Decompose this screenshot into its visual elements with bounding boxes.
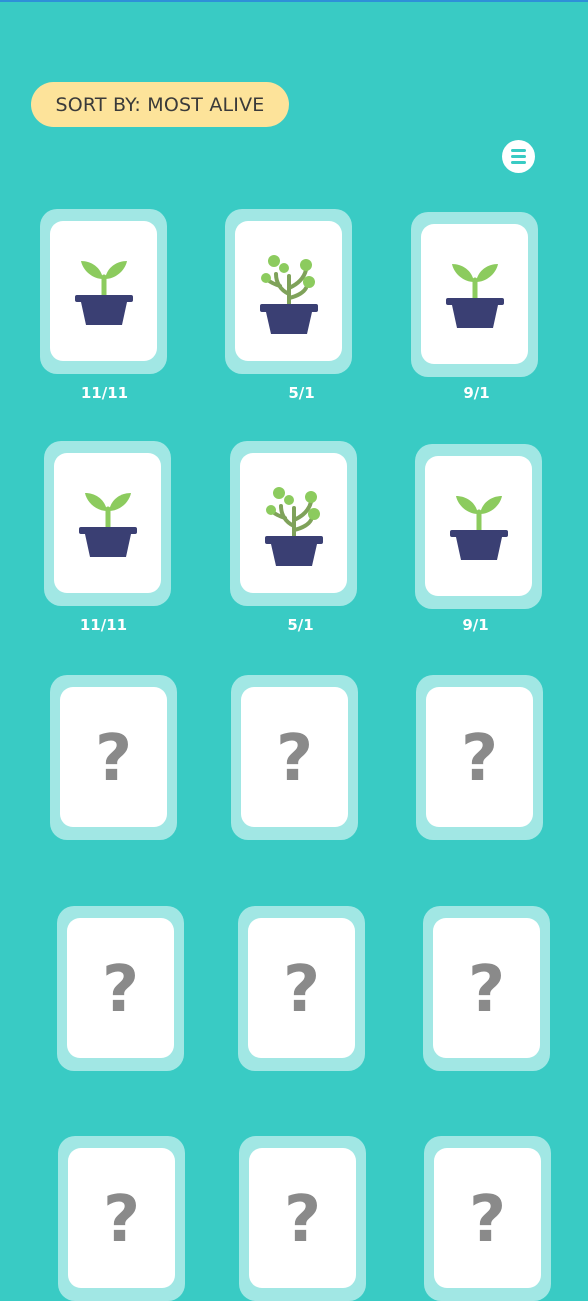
card-face: ? xyxy=(426,687,533,827)
locked-card[interactable]: ? xyxy=(424,1136,551,1301)
seedling-icon xyxy=(74,261,133,325)
card-face: ? xyxy=(248,918,355,1058)
plant-date: 5/1 xyxy=(288,384,315,402)
plant-date: 11/11 xyxy=(79,616,128,634)
hamburger-menu-icon[interactable] xyxy=(502,140,535,173)
card-face xyxy=(421,224,528,364)
question-mark: ? xyxy=(102,1183,141,1257)
locked-card[interactable]: ? xyxy=(58,1136,185,1301)
plant-date: 5/1 xyxy=(287,616,314,634)
question-mark: ? xyxy=(94,722,133,796)
plant-card[interactable] xyxy=(225,209,352,374)
seedling-icon xyxy=(78,493,137,557)
question-mark: ? xyxy=(468,1183,507,1257)
card-face xyxy=(240,453,347,593)
question-mark: ? xyxy=(460,722,499,796)
question-mark: ? xyxy=(275,722,314,796)
plant-date: 9/1 xyxy=(462,616,489,634)
seedling-icon xyxy=(449,496,508,560)
question-mark: ? xyxy=(283,1183,322,1257)
seedling-icon xyxy=(445,264,504,328)
question-mark: ? xyxy=(282,953,321,1027)
sort-button[interactable]: SORT BY: MOST ALIVE xyxy=(31,82,289,127)
plant-date: 11/11 xyxy=(80,384,129,402)
locked-card[interactable]: ? xyxy=(423,906,550,1071)
card-face: ? xyxy=(60,687,167,827)
sort-label: SORT BY: MOST ALIVE xyxy=(55,93,265,116)
card-face xyxy=(235,221,342,361)
plant-card[interactable] xyxy=(40,209,167,374)
locked-card[interactable]: ? xyxy=(50,675,177,840)
card-face: ? xyxy=(241,687,348,827)
question-mark: ? xyxy=(101,953,140,1027)
locked-card[interactable]: ? xyxy=(239,1136,366,1301)
card-face: ? xyxy=(67,918,174,1058)
card-face xyxy=(50,221,157,361)
locked-card[interactable]: ? xyxy=(231,675,358,840)
plant-card[interactable] xyxy=(411,212,538,377)
plant-card[interactable] xyxy=(415,444,542,609)
question-mark: ? xyxy=(467,953,506,1027)
card-face: ? xyxy=(249,1148,356,1288)
card-face xyxy=(425,456,532,596)
card-face: ? xyxy=(68,1148,175,1288)
plant-card[interactable] xyxy=(44,441,171,606)
locked-card[interactable]: ? xyxy=(238,906,365,1071)
card-face: ? xyxy=(434,1148,541,1288)
locked-card[interactable]: ? xyxy=(57,906,184,1071)
card-face: ? xyxy=(433,918,540,1058)
card-face xyxy=(54,453,161,593)
plant-card[interactable] xyxy=(230,441,357,606)
status-bar-line xyxy=(0,0,588,2)
plant-date: 9/1 xyxy=(463,384,490,402)
sprout-plant-icon xyxy=(264,487,323,566)
locked-card[interactable]: ? xyxy=(416,675,543,840)
sprout-plant-icon xyxy=(259,255,318,334)
